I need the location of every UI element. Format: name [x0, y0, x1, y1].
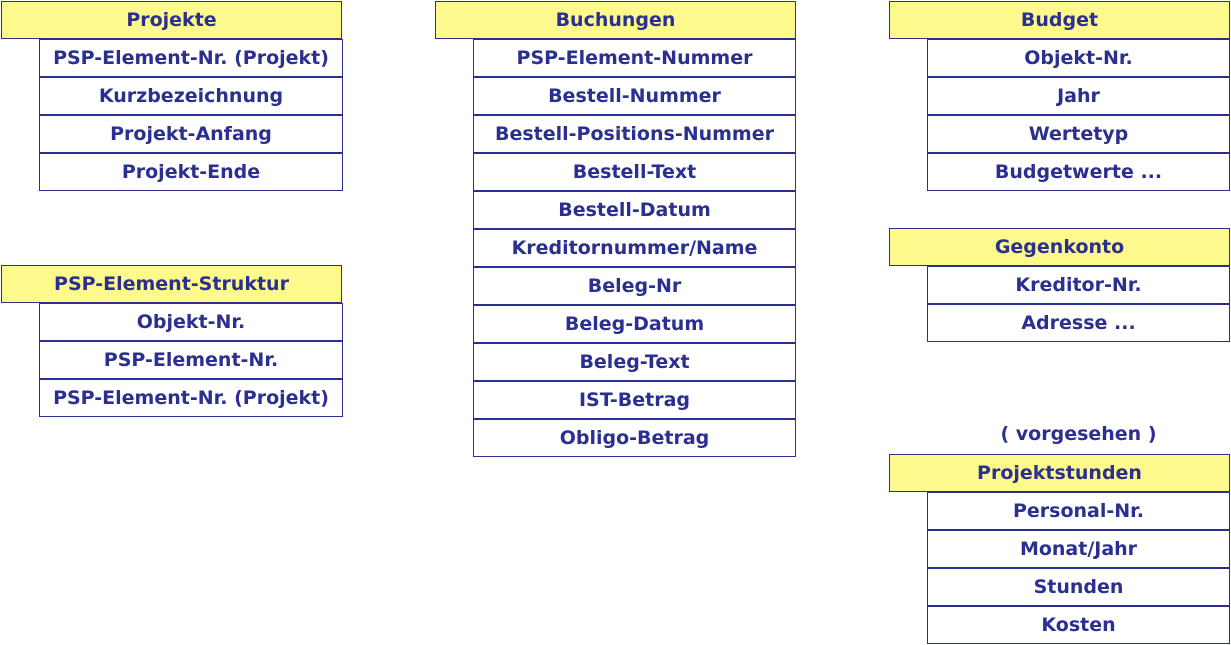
field-bestell-datum: Bestell-Datum: [473, 191, 796, 229]
field-objekt-nr: Objekt-Nr.: [39, 303, 343, 341]
field-monat-jahr: Monat/Jahr: [927, 530, 1230, 568]
field-objekt-nr: Objekt-Nr.: [927, 39, 1230, 77]
field-bestell-text: Bestell-Text: [473, 153, 796, 191]
field-psp-element-nr: PSP-Element-Nr.: [39, 341, 343, 379]
field-projekt-anfang: Projekt-Anfang: [39, 115, 343, 153]
table-header-gegenkonto: Gegenkonto: [889, 228, 1230, 266]
field-wertetyp: Wertetyp: [927, 115, 1230, 153]
field-bestell-nummer: Bestell-Nummer: [473, 77, 796, 115]
field-psp-element-nummer: PSP-Element-Nummer: [473, 39, 796, 77]
table-header-psp-element-struktur: PSP-Element-Struktur: [1, 265, 342, 303]
field-psp-element-nr-projekt: PSP-Element-Nr. (Projekt): [39, 379, 343, 417]
field-projekt-ende: Projekt-Ende: [39, 153, 343, 191]
field-beleg-nr: Beleg-Nr: [473, 267, 796, 305]
table-header-projektstunden: Projektstunden: [889, 454, 1230, 492]
field-bestell-positions-nummer: Bestell-Positions-Nummer: [473, 115, 796, 153]
field-stunden: Stunden: [927, 568, 1230, 606]
field-personal-nr: Personal-Nr.: [927, 492, 1230, 530]
field-obligo-betrag: Obligo-Betrag: [473, 419, 796, 457]
field-adresse: Adresse ...: [927, 304, 1230, 342]
field-beleg-datum: Beleg-Datum: [473, 305, 796, 343]
field-budgetwerte: Budgetwerte ...: [927, 153, 1230, 191]
table-header-budget: Budget: [889, 1, 1230, 39]
table-header-buchungen: Buchungen: [435, 1, 796, 39]
field-beleg-text: Beleg-Text: [473, 343, 796, 381]
field-kreditor-nr: Kreditor-Nr.: [927, 266, 1230, 304]
field-psp-element-nr-projekt: PSP-Element-Nr. (Projekt): [39, 39, 343, 77]
field-kosten: Kosten: [927, 606, 1230, 644]
field-ist-betrag: IST-Betrag: [473, 381, 796, 419]
field-kreditornummer-name: Kreditornummer/Name: [473, 229, 796, 267]
field-kurzbezeichnung: Kurzbezeichnung: [39, 77, 343, 115]
table-header-projekte: Projekte: [1, 1, 342, 39]
note-vorgesehen: ( vorgesehen ): [1000, 423, 1157, 445]
field-jahr: Jahr: [927, 77, 1230, 115]
